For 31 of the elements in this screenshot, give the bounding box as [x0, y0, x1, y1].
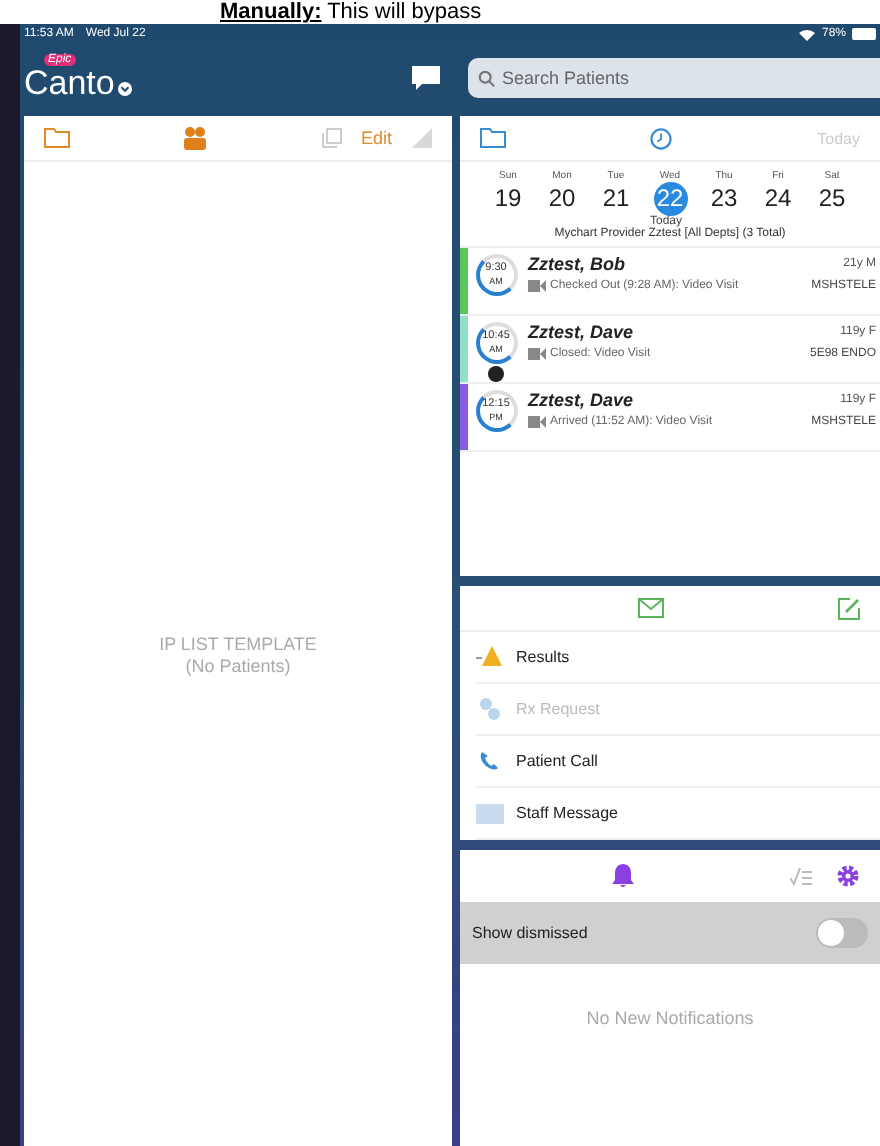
clock-icon[interactable]	[650, 127, 673, 149]
copy-icon[interactable]	[321, 128, 341, 148]
settings-icon[interactable]	[836, 864, 860, 888]
folder-icon[interactable]	[480, 128, 506, 148]
folder-icon[interactable]	[44, 128, 70, 148]
empty-message: (No Patients)	[185, 656, 291, 676]
patient-name: Zztest, Dave	[528, 390, 634, 410]
empty-message: No New Notifications	[584, 1006, 756, 1028]
search-icon	[478, 69, 496, 87]
caption-text: Manually: This will bypass	[218, 0, 484, 24]
checklist-icon[interactable]	[790, 866, 812, 886]
video-icon	[528, 416, 546, 428]
list-title: IP LIST TEMPLATE	[159, 634, 317, 654]
people-icon[interactable]	[182, 126, 209, 150]
patient-name: Zztest, Dave	[528, 322, 634, 342]
video-icon	[528, 348, 546, 360]
phone-icon	[476, 750, 504, 772]
show-dismissed-label: Show dismissed	[472, 924, 588, 942]
video-icon	[528, 280, 546, 292]
chat-icon[interactable]	[412, 65, 440, 91]
message-folder[interactable]: Staff Message	[476, 788, 880, 840]
toggle-switch[interactable]	[816, 918, 868, 948]
compose-icon[interactable]	[838, 597, 860, 619]
message-folder[interactable]: Results	[476, 632, 880, 684]
wifi-icon	[797, 27, 816, 41]
signal-icon[interactable]	[412, 128, 433, 148]
battery-icon	[852, 28, 876, 40]
bell-icon[interactable]	[612, 864, 634, 888]
message-folder[interactable]: Patient Call	[476, 736, 880, 788]
patient-name: Zztest, Bob	[528, 254, 625, 274]
search-field[interactable]: Search Patients	[468, 58, 880, 98]
